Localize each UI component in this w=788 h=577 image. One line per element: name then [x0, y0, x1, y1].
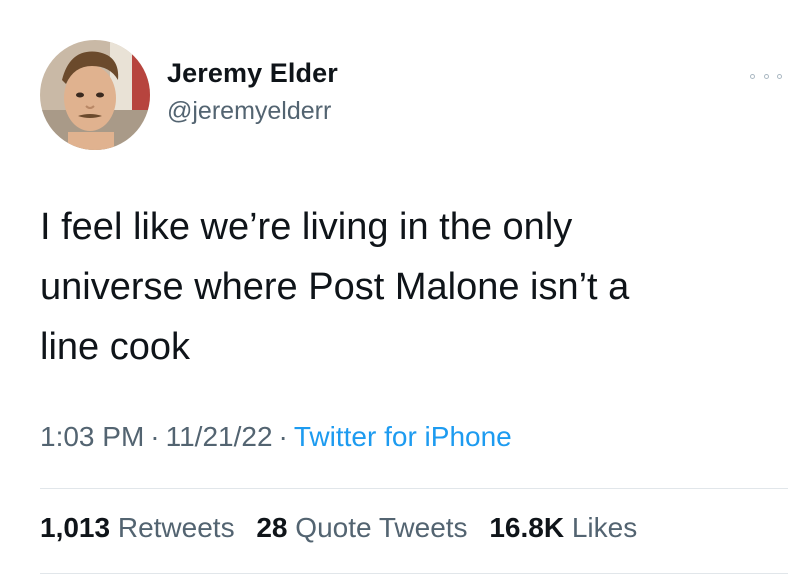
- tweet-text-line: I feel like we’re living in the only: [40, 206, 573, 248]
- likes-stat[interactable]: 16.8K Likes: [489, 512, 637, 543]
- retweets-label: Retweets: [117, 512, 235, 543]
- tweet-text-line: line cook: [40, 326, 190, 368]
- ellipsis-dot: [750, 73, 755, 79]
- tweet-date[interactable]: 11/21/22: [166, 421, 273, 452]
- divider: [40, 488, 788, 489]
- quote-tweets-stat[interactable]: 28 Quote Tweets: [256, 512, 467, 543]
- likes-count: 16.8K: [489, 512, 565, 543]
- tweet-source-link[interactable]: Twitter for iPhone: [294, 421, 512, 452]
- ellipsis-icon[interactable]: [750, 66, 782, 86]
- meta-separator: ·: [150, 421, 160, 452]
- divider: [40, 573, 788, 574]
- meta-separator: ·: [278, 421, 288, 452]
- quote-tweets-label: Quote Tweets: [295, 512, 468, 543]
- tweet-meta: 1:03 PM · 11/21/22 · Twitter for iPhone: [40, 421, 512, 453]
- tweet-time[interactable]: 1:03 PM: [40, 421, 144, 452]
- tweet-stats: 1,013 Retweets 28 Quote Tweets 16.8K Lik…: [40, 512, 651, 544]
- tweet-text: I feel like we’re living in the only uni…: [40, 197, 760, 377]
- profile-photo-icon: [40, 40, 150, 150]
- quote-tweets-count: 28: [256, 512, 288, 543]
- author-name[interactable]: Jeremy Elder: [167, 58, 338, 89]
- tweet-card: Jeremy Elder @jeremyelderr I feel like w…: [0, 0, 788, 577]
- ellipsis-dot: [777, 73, 782, 79]
- retweets-stat[interactable]: 1,013 Retweets: [40, 512, 235, 543]
- author-handle[interactable]: @jeremyelderr: [167, 97, 331, 126]
- avatar[interactable]: [40, 40, 150, 150]
- retweets-count: 1,013: [40, 512, 111, 543]
- likes-label: Likes: [571, 512, 638, 543]
- tweet-text-line: universe where Post Malone isn’t a: [40, 266, 630, 308]
- ellipsis-dot: [763, 73, 769, 79]
